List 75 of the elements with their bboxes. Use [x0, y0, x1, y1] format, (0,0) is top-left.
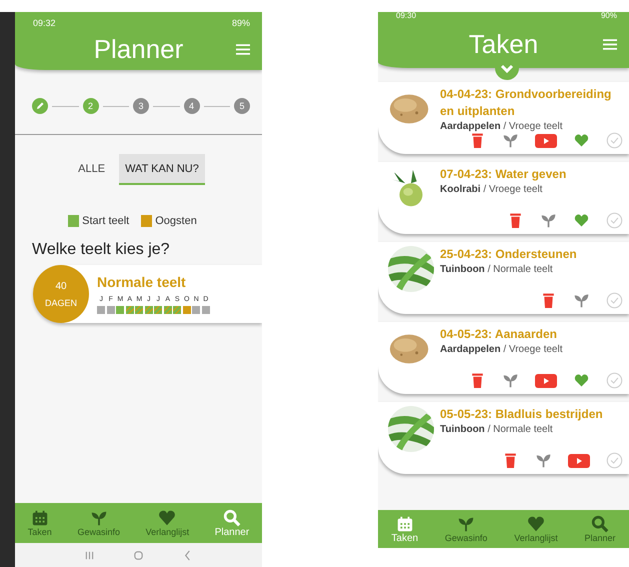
check-icon[interactable] [606, 292, 623, 309]
legend-label: Oogsten [155, 215, 197, 227]
status-time: 09:32 [33, 18, 56, 28]
step-indicator[interactable]: 3 [133, 98, 149, 114]
trash-icon[interactable] [540, 292, 557, 309]
heart-icon[interactable] [573, 372, 590, 389]
step-indicator[interactable]: 4 [184, 98, 200, 114]
step-indicator[interactable]: 5 [234, 98, 250, 114]
nav-tab[interactable]: Planner [584, 515, 616, 543]
task-card[interactable]: 04-05-23: Aanaarden Aardappelen / Vroege teelt [378, 322, 629, 394]
nav-tab[interactable]: Gewasinfo [77, 509, 120, 537]
search-icon [222, 508, 241, 526]
search-icon [591, 515, 610, 533]
nav-tab[interactable]: Planner [214, 508, 250, 538]
filter-tab[interactable]: ALLE [72, 154, 112, 185]
nav-tab[interactable]: Taken [28, 509, 52, 537]
sprout-icon[interactable] [502, 372, 519, 389]
nav-tab[interactable]: Verlanglijst [146, 509, 190, 537]
task-title: 07-04-23: Water geven [440, 166, 568, 183]
task-title: 04-04-23: Grondvoorbereiding en uitplanten [440, 86, 612, 120]
check-icon[interactable] [606, 212, 623, 229]
task-card[interactable]: 25-04-23: Ondersteunen Tuinboon / Normale teelt [378, 242, 629, 314]
task-title: 25-04-23: Ondersteunen [440, 246, 578, 263]
option-title: Normale teelt [97, 274, 187, 290]
section-heading: Welke teelt kies je? [32, 241, 171, 259]
check-icon[interactable] [606, 372, 623, 389]
check-icon[interactable] [606, 452, 623, 469]
task-crop: Koolrabi / Vroege teelt [440, 184, 544, 195]
sprout-icon[interactable] [573, 292, 590, 309]
trash-icon[interactable] [502, 452, 519, 469]
task-card[interactable]: 05-05-23: Bladluis bestrijden Tuinboon / Normale teelt [378, 402, 629, 474]
nav-tab[interactable]: Verlanglijst [514, 515, 558, 543]
screen-title: Taken [468, 28, 538, 60]
battery-level: 89% [232, 18, 250, 28]
video-icon[interactable] [568, 452, 590, 468]
video-icon[interactable] [535, 372, 557, 388]
heart-icon[interactable] [573, 212, 590, 229]
calendar-icon [30, 509, 49, 527]
battery-level: 90% [600, 12, 617, 20]
recent-apps-icon[interactable] [84, 550, 95, 560]
sprout-icon[interactable] [535, 452, 552, 469]
heart-icon [158, 509, 176, 527]
home-icon[interactable] [133, 550, 144, 560]
filter-tab[interactable]: WAT KAN NU? [119, 154, 205, 185]
nav-tab[interactable]: Gewasinfo [444, 515, 488, 543]
calendar-icon [396, 514, 414, 532]
sprout-icon[interactable] [540, 212, 557, 229]
task-card[interactable]: 04-04-23: Grondvoorbereiding en uitplanten Aardappelen / Vroege teelt [378, 82, 629, 154]
task-crop: Tuinboon / Normale teelt [440, 264, 554, 275]
trash-icon[interactable] [469, 132, 486, 149]
sprout-icon[interactable] [502, 132, 519, 149]
trash-icon[interactable] [507, 212, 524, 229]
heart-icon[interactable] [573, 132, 590, 149]
status-time: 09:30 [396, 12, 416, 20]
task-crop: Aardappelen / Vroege teelt [440, 344, 564, 355]
days-count: 40 [55, 280, 67, 292]
trash-icon[interactable] [469, 372, 486, 389]
check-icon[interactable] [606, 132, 623, 149]
task-title: 05-05-23: Bladluis bestrijden [440, 406, 604, 423]
screen-title: Planner [94, 34, 184, 64]
sprout-icon [457, 515, 476, 533]
menu-icon[interactable] [236, 44, 250, 54]
nav-tab[interactable]: Taken [391, 514, 418, 544]
step-indicator[interactable]: 2 [82, 98, 98, 114]
task-title: 04-05-23: Aanaarden [440, 326, 558, 343]
days-unit: DAGEN [44, 298, 77, 308]
video-icon[interactable] [535, 132, 557, 148]
task-card[interactable]: 07-04-23: Water geven Koolrabi / Vroege teelt [378, 162, 629, 234]
sprout-icon [90, 509, 108, 527]
task-crop: Tuinboon / Normale teelt [440, 424, 554, 435]
menu-icon[interactable] [603, 38, 617, 50]
heart-icon [526, 515, 545, 533]
task-crop: Aardappelen / Vroege teelt [440, 121, 564, 132]
legend-label: Start teelt [82, 215, 130, 227]
step-indicator[interactable] [32, 98, 48, 114]
